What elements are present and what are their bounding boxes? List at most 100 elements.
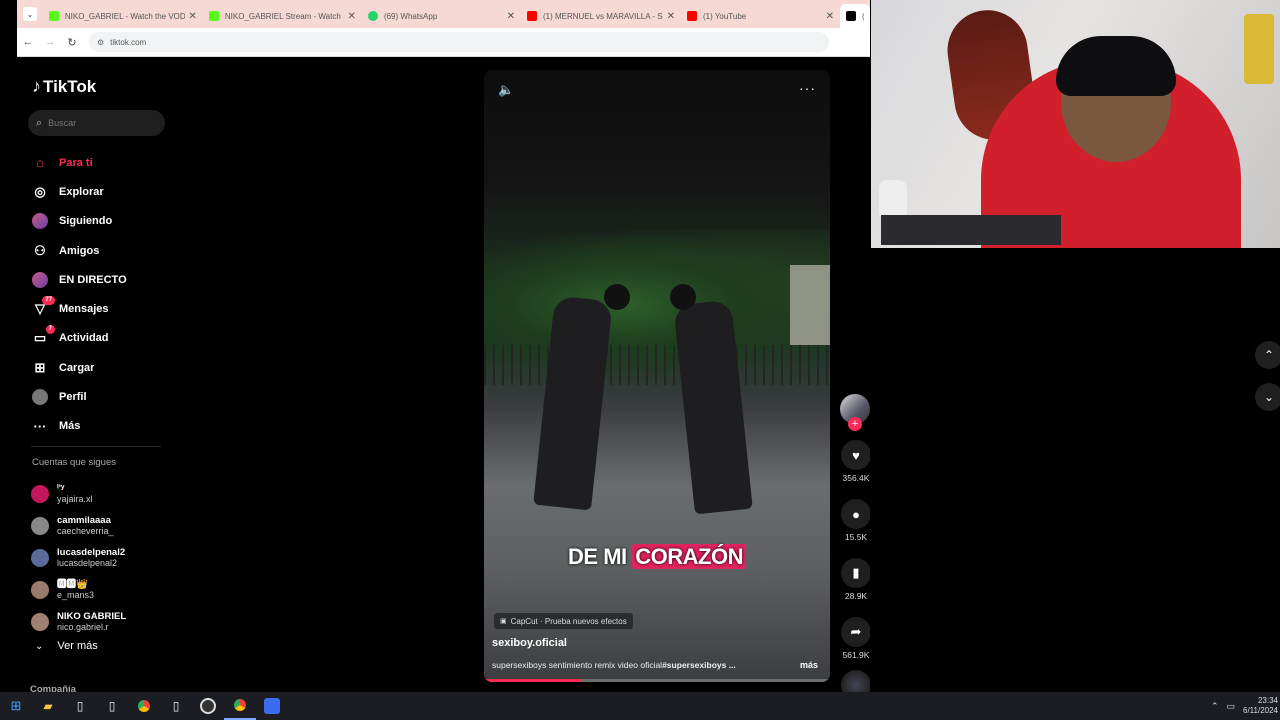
browser-tab[interactable]: (69) WhatsApp ✕ — [362, 4, 521, 28]
nav-item-mas[interactable]: ··· Más — [31, 412, 127, 441]
account-name: 🅼🅼👑 — [57, 579, 88, 590]
nav-item-para-ti[interactable]: ⌂ Para ti — [31, 148, 127, 177]
reload-icon[interactable]: ↻ — [61, 36, 83, 49]
previous-video-button[interactable]: ⌃ — [1255, 341, 1280, 369]
close-icon[interactable]: ✕ — [826, 11, 834, 22]
following-account[interactable]: NIKO GABRIEL nico.gabriel.r — [31, 606, 126, 638]
nav-item-explorar[interactable]: ◎ Explorar — [31, 177, 127, 206]
friends-icon: ⚇ — [34, 242, 46, 258]
account-user: nico.gabriel.r — [57, 622, 109, 632]
divider — [31, 446, 161, 447]
heart-icon: ♥ — [841, 440, 870, 470]
start-icon[interactable]: ⊞ — [0, 692, 32, 720]
close-icon[interactable]: ✕ — [189, 11, 197, 22]
browser-tab[interactable]: NIKO_GABRIEL Stream - Watch ✕ — [203, 4, 362, 28]
obs-icon[interactable] — [192, 692, 224, 720]
live-icon — [31, 271, 49, 289]
close-icon[interactable]: ✕ — [507, 11, 515, 22]
follow-plus-icon[interactable]: + — [848, 417, 862, 431]
video-author[interactable]: sexiboy.oficial — [492, 637, 567, 649]
clock[interactable]: 23:34 6/11/2024 — [1243, 696, 1278, 716]
next-video-button[interactable]: ⌄ — [1255, 383, 1280, 411]
video-description: supersexiboys sentimiento remix video of… — [492, 660, 772, 670]
browser-tab[interactable]: NIKO_GABRIEL - Watch the VOD ✕ — [43, 4, 203, 28]
see-more-label: Ver más — [57, 640, 98, 652]
back-icon[interactable]: ← — [17, 36, 39, 48]
messages-badge: 77 — [42, 296, 55, 306]
following-account[interactable]: lucasdelpenal2 lucasdelpenal2 — [31, 542, 126, 574]
tiktok-page: ♪ TikTok ⌕ ⌂ Para ti ◎ Explorar Siguiend — [17, 58, 870, 692]
url-text: tiktok.com — [110, 37, 147, 47]
see-more-button[interactable]: ⌄ Ver más — [35, 640, 98, 652]
account-name: ᴵ'ʸ — [57, 483, 65, 494]
tab-title: NIKO_GABRIEL - Watch the VOD — [64, 11, 185, 21]
video-scene-fence — [484, 345, 830, 385]
site-info-icon[interactable]: ⚙ — [97, 38, 104, 47]
tiktok-note-icon: ♪ — [32, 76, 41, 96]
following-account[interactable]: 🅼🅼👑 e_mans3 — [31, 574, 126, 606]
search-box[interactable]: ⌕ — [28, 110, 165, 136]
file-icon[interactable]: ▯ — [160, 692, 192, 720]
file-icon[interactable]: ▯ — [96, 692, 128, 720]
forward-icon[interactable]: → — [39, 36, 61, 48]
more-button[interactable]: más — [800, 660, 818, 670]
browser-tab[interactable]: (1) MERNUEL vs MARAVILLA - S ✕ — [521, 4, 681, 28]
tab-title: (64) — [862, 12, 864, 21]
youtube-icon — [526, 11, 537, 21]
footer-compania[interactable]: Compañía — [30, 684, 76, 692]
file-icon[interactable]: ▯ — [64, 692, 96, 720]
more-options-icon[interactable]: ··· — [799, 80, 816, 96]
nav-item-siguiendo[interactable]: Siguiendo — [31, 207, 127, 236]
music-disc-icon[interactable] — [841, 670, 870, 692]
tab-search-button[interactable]: ⌄ — [23, 7, 37, 21]
webcam-keyboard — [881, 215, 1061, 245]
comment-button[interactable]: ● 15.5K — [838, 499, 870, 542]
browser-tab-active[interactable]: (64) — [839, 4, 870, 28]
like-button[interactable]: ♥ 356.4K — [838, 440, 870, 483]
browser-tab[interactable]: (1) YouTube ✕ — [681, 4, 840, 28]
nav-item-perfil[interactable]: Perfil — [31, 382, 127, 411]
url-field[interactable]: ⚙ tiktok.com — [89, 32, 829, 52]
save-button[interactable]: ▮ 28.9K — [838, 558, 870, 601]
home-icon: ⌂ — [36, 155, 44, 171]
nav-item-mensajes[interactable]: ▽ 77 Mensajes — [31, 294, 127, 323]
following-account[interactable]: ᴵ'ʸ yajaira.xl — [31, 478, 126, 510]
nav-label: Siguiendo — [59, 215, 113, 228]
share-button[interactable]: ➦ 561.9K — [838, 617, 870, 660]
creator-avatar[interactable]: + — [840, 394, 870, 431]
search-input[interactable] — [48, 118, 149, 128]
chevron-down-icon: ⌄ — [1263, 390, 1275, 404]
taskbar: ⊞ ▰ ▯ ▯ ▯ ⌃ ▭ 23:34 6/11/2024 — [0, 692, 1280, 720]
folder-icon[interactable]: ▰ — [32, 692, 64, 720]
network-icon[interactable]: ▭ — [1226, 701, 1235, 712]
account-user: e_mans3 — [57, 590, 95, 600]
close-icon[interactable]: ✕ — [348, 11, 356, 22]
video-caption: DE MI CORAZÓN — [484, 544, 830, 570]
nav-label: Cargar — [59, 361, 95, 374]
webcam-jar — [879, 180, 907, 220]
capcut-tag[interactable]: ▣ CapCut · Prueba nuevos efectos — [494, 613, 633, 629]
nav-label: Explorar — [59, 185, 104, 198]
volume-icon[interactable]: 🔈 — [498, 82, 514, 98]
nav-item-actividad[interactable]: ▭ 7 Actividad — [31, 324, 127, 353]
chrome-active-icon[interactable] — [224, 692, 256, 720]
chevron-up-icon[interactable]: ⌃ — [1211, 701, 1219, 712]
app-icon[interactable] — [256, 692, 288, 720]
nav-label: Actividad — [59, 332, 109, 345]
tiktok-logo[interactable]: ♪ TikTok — [32, 76, 96, 97]
messages-icon: ▽ 77 — [31, 296, 55, 318]
following-account[interactable]: cammilaaaa caecheverria_ — [31, 510, 126, 542]
chrome-icon[interactable] — [128, 692, 160, 720]
nav-item-amigos[interactable]: ⚇ Amigos — [31, 236, 127, 265]
avatar — [31, 485, 49, 503]
webcam-overlay — [871, 0, 1280, 248]
nav-item-en-directo[interactable]: EN DIRECTO — [31, 265, 127, 294]
description-hashtag[interactable]: #supersexiboys ... — [662, 660, 736, 670]
video-player[interactable]: 🔈 ··· DE MI CORAZÓN ▣ CapCut · Prueba nu… — [484, 70, 830, 682]
nav-item-cargar[interactable]: ⊞ Cargar — [31, 353, 127, 382]
desktop: ⌄ NIKO_GABRIEL - Watch the VOD ✕ NIKO_GA… — [0, 0, 1280, 720]
action-bar: + ♥ 356.4K ● 15.5K ▮ 28.9K ➦ 561.9K — [838, 394, 870, 692]
close-icon[interactable]: ✕ — [667, 11, 675, 22]
activity-badge: 7 — [45, 325, 55, 335]
following-list: ᴵ'ʸ yajaira.xl cammilaaaa caecheverria_ lu… — [31, 478, 126, 638]
